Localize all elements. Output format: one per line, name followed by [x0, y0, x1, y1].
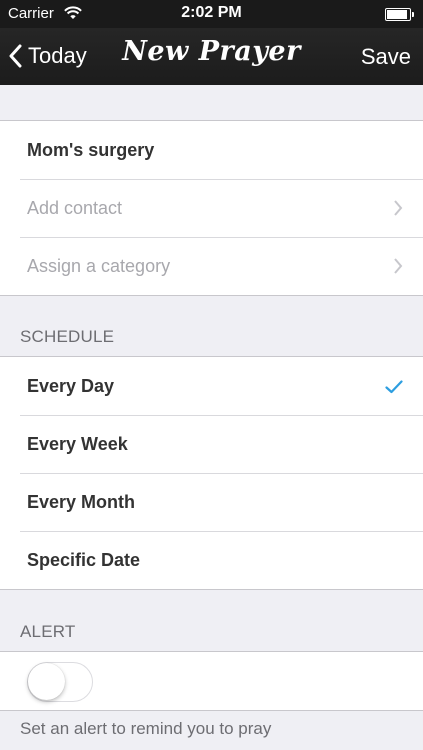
save-button[interactable]: Save — [361, 44, 411, 70]
alert-toggle-row — [0, 652, 423, 710]
schedule-options-group: Every Day Every Week Every Month Specifi… — [0, 356, 423, 590]
schedule-option-label: Specific Date — [27, 549, 141, 570]
alert-description: Set an alert to remind you to pray — [20, 719, 272, 738]
navigation-bar: Today New Prayer Save — [0, 28, 423, 85]
prayer-title-field[interactable]: Mom's surgery — [0, 121, 423, 179]
schedule-option-label: Every Day — [27, 375, 115, 396]
schedule-option-every-week[interactable]: Every Week — [0, 415, 423, 473]
chevron-right-icon — [393, 258, 403, 279]
schedule-option-every-month[interactable]: Every Month — [0, 473, 423, 531]
add-contact-label: Add contact — [27, 197, 123, 218]
schedule-option-label: Every Week — [27, 433, 128, 454]
add-contact-row[interactable]: Add contact — [0, 179, 423, 237]
alert-group — [0, 651, 423, 711]
page-title: New Prayer — [122, 36, 301, 67]
battery-nub — [412, 12, 414, 17]
assign-category-label: Assign a category — [27, 255, 171, 276]
alert-section-header: ALERT — [20, 622, 76, 641]
status-time: 2:02 PM — [181, 4, 242, 21]
schedule-option-every-day[interactable]: Every Day — [0, 357, 423, 415]
schedule-option-label: Every Month — [27, 491, 136, 512]
schedule-section-header: SCHEDULE — [20, 327, 115, 346]
battery-fill — [387, 10, 407, 19]
assign-category-row[interactable]: Assign a category — [0, 237, 423, 295]
alert-toggle[interactable] — [27, 662, 93, 702]
checkmark-icon — [385, 378, 403, 399]
status-bar: Carrier 2:02 PM — [0, 0, 423, 28]
prayer-details-group: Mom's surgery Add contact Assign a categ… — [0, 120, 423, 296]
schedule-option-specific-date[interactable]: Specific Date — [0, 531, 423, 589]
toggle-knob — [28, 663, 65, 700]
chevron-right-icon — [393, 200, 403, 221]
battery-icon — [385, 8, 414, 21]
